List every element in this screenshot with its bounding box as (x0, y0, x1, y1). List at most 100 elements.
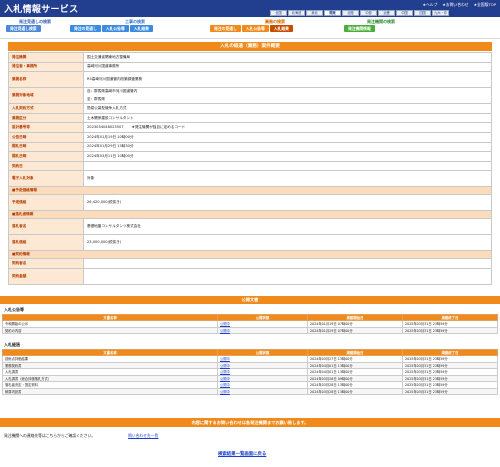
process-doc-table: 文書名称 公開状態 掲載開始日 掲載終了日 技術点評価結果 公開中 2024年03月… (2, 349, 498, 395)
agency-info-button[interactable]: 発注機関情報 (344, 25, 375, 32)
section-header: ■落札者情報 (8, 210, 492, 220)
region-tab-kinki[interactable]: 近畿 (378, 10, 395, 16)
help-link[interactable]: ★ヘルプ (423, 2, 438, 8)
region-to: 至：群馬県 (87, 97, 105, 102)
detail-value: 対象 (83, 170, 492, 188)
detail-row: 業務区分 土木関係建設コンサルタント (8, 112, 492, 124)
detail-value: 26,420,000(税抜き) (83, 194, 492, 212)
detail-value: 高崎河川国道事務所 (83, 61, 492, 73)
doc-start: 2024年01月29日 07時00分 (307, 326, 403, 334)
header-links: ★ヘルプ ★お問い合わせ ★全国版TOP (423, 2, 496, 8)
detail-key: 入札契約方式 (8, 103, 84, 114)
detail-key: 開札日時 (8, 141, 84, 153)
detail-key: 発注者・事務所 (8, 61, 84, 73)
detail-key: 契約日 (8, 160, 84, 172)
detail-key: 業務区分 (8, 112, 84, 124)
detail-key: 設計番号等 (8, 122, 84, 133)
back-to-results-link[interactable]: 検索結果一覧画面に戻る (218, 451, 266, 457)
detail-value: 国土交通省関東地方整備局 (83, 52, 492, 63)
category-forecast-title: 発注見通しの検索 (19, 19, 51, 24)
detail-row: 入札契約方式 簡易公募型競争入札方式 (8, 103, 492, 114)
region-tab-hokuriku[interactable]: 北陸 (342, 10, 359, 16)
detail-row: 発注機関 国土交通省関東地方整備局 (8, 52, 492, 63)
detail-row: 開札日時 2024年03月11日 10時00分 (8, 151, 492, 162)
service-notice-button[interactable]: 入札公告等 (241, 25, 269, 32)
top-link[interactable]: ★全国版TOP (474, 2, 496, 8)
detail-table: 発注機関 国土交通省関東地方整備局 発注者・事務所 高崎河川国道事務所 業務名称 R5… (8, 52, 492, 285)
region-tabs: 全国 北海道 東北 関東 北陸 中部 近畿 中国 四国 九州・沖縄 (270, 10, 449, 21)
section-header: ■契約情報 (8, 250, 492, 260)
category-nav: 発注見通しの検索 発注見通し検索 工事の検索 発注の見通し 入札公告等 入札結果… (0, 17, 500, 39)
detail-value (83, 160, 492, 172)
table-row: 契約の内容 公開中 2024年01月29日 07時00分 2025年03月31日 23… (2, 326, 498, 334)
table-row: 積算内訳書 公開中 2024年03月28日 13時00分 2025年03月31日 23… (2, 387, 498, 395)
app-title: 入札情報サービス (4, 5, 79, 15)
construction-result-button[interactable]: 入札結果 (129, 25, 153, 32)
region-tab-kanto[interactable]: 関東 (324, 10, 341, 16)
section-title: ■契約情報 (8, 250, 492, 260)
detail-value: 2024年01月29日 13時30分 (83, 141, 492, 153)
doc-name: 契約の内容 (2, 326, 218, 334)
doc-name: 積算内訳書 (2, 387, 218, 395)
detail-key: 業務名称 (8, 71, 84, 89)
contact-link[interactable]: ★お問い合わせ (442, 2, 468, 8)
region-tab-all[interactable]: 全国 (270, 10, 287, 16)
page: 入札情報サービス ★ヘルプ ★お問い合わせ ★全国版TOP 全国 北海道 東北 … (0, 0, 500, 467)
region-tab-tohoku[interactable]: 東北 (306, 10, 323, 16)
group1-title: 入札公告等 (4, 307, 24, 312)
category-service: 業務の検索 発注の見通し 入札公告等 入札結果 (210, 19, 340, 32)
detail-row: 落札者名 基礎地盤コンサルタンツ株式会社 (8, 218, 492, 236)
detail-key: 落札価格 (8, 234, 84, 252)
detail-row: 契約金額 (8, 267, 492, 285)
detail-value: 23,000,000(税抜き) (83, 234, 492, 252)
detail-value (83, 258, 492, 269)
detail-value (83, 267, 492, 285)
service-forecast-button[interactable]: 発注の見通し (210, 25, 241, 32)
docs-heading: 公開文書 (0, 296, 500, 304)
detail-value: 2024年03月11日 10時00分 (83, 151, 492, 162)
region-tab-hokkaido[interactable]: 北海道 (288, 10, 305, 16)
category-agency: 発注機関の検索 発注機関情報 (344, 19, 418, 32)
detail-key: 予定価格 (8, 194, 84, 212)
detail-value: 2024年01月19日 10時00分 (83, 131, 492, 143)
detail-key: 発注機関 (8, 52, 84, 63)
service-result-button[interactable]: 入札結果 (269, 25, 293, 32)
category-service-title: 業務の検索 (265, 19, 285, 24)
contact-note: 発注機関への連絡先等はこちらからご確認ください。 (4, 433, 96, 438)
region-tab-shikoku[interactable]: 四国 (414, 10, 431, 16)
category-construction: 工事の検索 発注の見通し 入札公告等 入札結果 (70, 19, 200, 32)
detail-key: 業務対象地域 (8, 87, 84, 105)
design-number: 2023034048023507 (87, 125, 124, 130)
detail-row: 業務名称 R5高崎河川国道管内改築調査業務 (8, 71, 492, 89)
notice-doc-table: 文書名称 公開状態 掲載開始日 掲載終了日 令和開始の公示 公開中 2024年01月… (2, 314, 498, 334)
detail-row: 契約者名 (8, 258, 492, 269)
doc-end: 2025年03月31日 23時59分 (402, 326, 498, 334)
category-construction-title: 工事の検索 (125, 19, 145, 24)
contact-list-link[interactable]: 問い合わせ先一覧 (128, 433, 158, 439)
section-header: ■予定価格情報 (8, 186, 492, 196)
detail-key: 開札日時 (8, 151, 84, 162)
section-title: ■落札者情報 (8, 210, 492, 220)
doc-status-link[interactable]: 公開中 (217, 326, 308, 334)
region-tab-kyushu[interactable]: 九州・沖縄 (432, 10, 449, 21)
detail-value: 簡易公募型競争入札方式 (83, 103, 492, 114)
category-agency-title: 発注機関の検索 (367, 19, 395, 24)
detail-value: R5高崎河川国道管内改築調査業務 (83, 71, 492, 89)
detail-row: 公告日時 2024年01月19日 10時00分 (8, 131, 492, 143)
region-tab-chugoku[interactable]: 中国 (396, 10, 413, 16)
construction-forecast-button[interactable]: 発注の見通し (70, 25, 101, 32)
detail-key: 契約者名 (8, 258, 84, 269)
forecast-search-button[interactable]: 発注見通し検索 (6, 25, 41, 32)
region-tab-chubu[interactable]: 中部 (360, 10, 377, 16)
doc-end: 2025年03月31日 23時59分 (402, 387, 498, 395)
design-number-note: ★発注機関が独自に定めるコード (131, 125, 186, 130)
detail-value: 基礎地盤コンサルタンツ株式会社 (83, 218, 492, 236)
doc-status-link[interactable]: 公開中 (217, 387, 308, 395)
detail-key: 契約金額 (8, 267, 84, 285)
detail-value: 自：群馬県高崎市河川国道管内 至：群馬県 (83, 87, 492, 105)
construction-notice-button[interactable]: 入札公告等 (101, 25, 129, 32)
detail-row: 予定価格 26,420,000(税抜き) (8, 194, 492, 212)
contact-bar: 内容に関するお問い合わせは各発注機関までお願い致します。 (0, 418, 500, 427)
detail-row: 開札日時 2024年01月29日 13時30分 (8, 141, 492, 153)
section-title: ■予定価格情報 (8, 186, 492, 196)
